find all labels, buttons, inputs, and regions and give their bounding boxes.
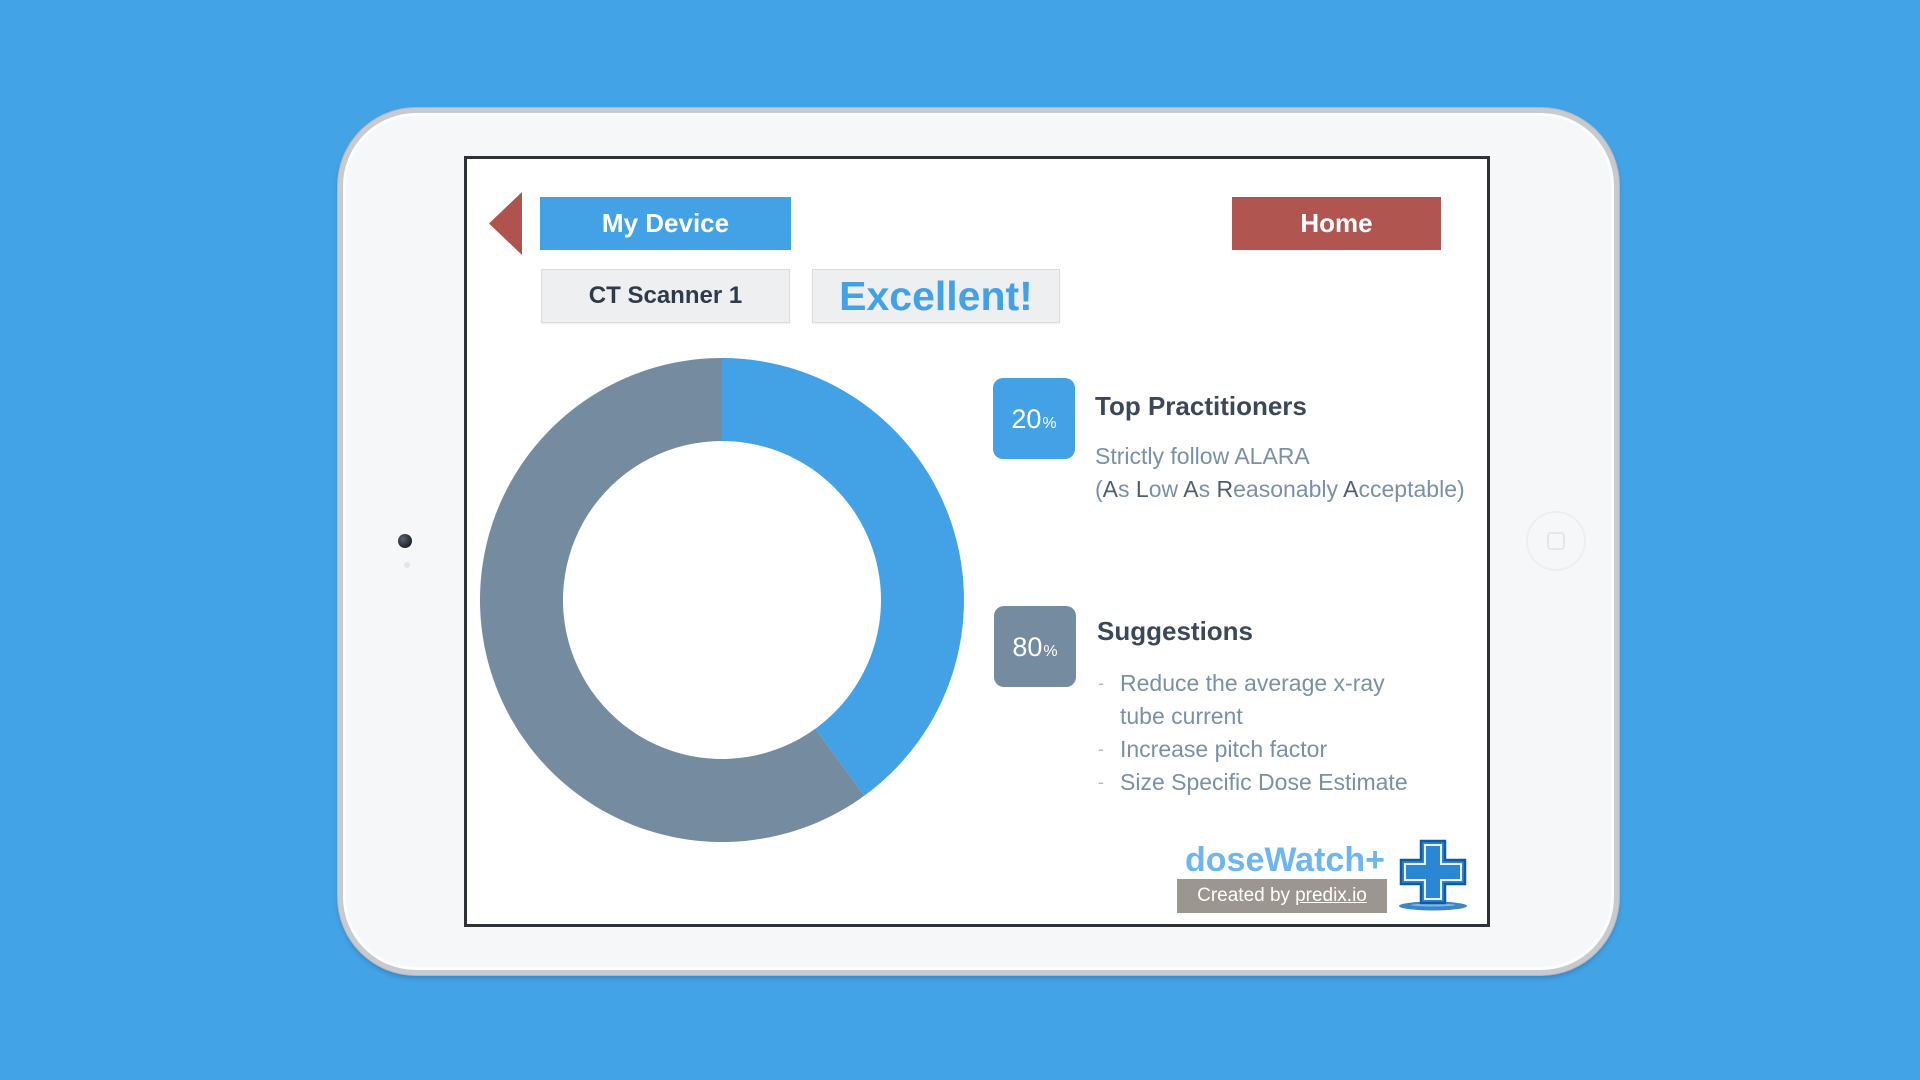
credit-prefix: Created by [1197, 885, 1291, 906]
emphasized-initial: A [1343, 476, 1359, 502]
rating-label: Excellent! [812, 269, 1060, 323]
list-item: - Increase pitch factor [1098, 733, 1408, 766]
bullet-dash: - [1098, 673, 1104, 693]
suggestions-list: - Reduce the average x-ray tube current … [1098, 667, 1408, 799]
medical-cross-shape [1399, 839, 1467, 911]
desktop-background: { "colors": { "background": "#43A3E7", "… [0, 0, 1920, 1080]
top-practitioners-description: Strictly follow ALARA (As Low As Reasona… [1095, 440, 1465, 506]
device-screen: My Device Home CT Scanner 1 Excellent! 2… [464, 156, 1490, 927]
top-practitioners-title: Top Practitioners [1095, 391, 1307, 421]
credit-bar: Created by predix.io [1177, 879, 1387, 913]
camera-icon [398, 534, 412, 548]
home-button-square [1547, 532, 1565, 550]
my-device-button[interactable]: My Device [540, 197, 791, 250]
tablet-frame: My Device Home CT Scanner 1 Excellent! 2… [338, 108, 1619, 975]
suggestion-text: Reduce the average x-ray tube current [1120, 670, 1385, 729]
bullet-dash: - [1098, 772, 1104, 792]
description-line: (As Low As Reasonably Acceptable) [1095, 476, 1465, 502]
suggestions-title: Suggestions [1097, 616, 1254, 646]
list-item: - Reduce the average x-ray tube current [1098, 667, 1408, 733]
top-practitioners-badge: 20% [993, 378, 1075, 459]
back-arrow-icon[interactable] [489, 192, 522, 255]
dose-donut-chart [480, 358, 964, 842]
emphasized-initial: A [1183, 476, 1199, 502]
credit-link[interactable]: predix.io [1295, 885, 1367, 907]
badge-percent-unit: % [1043, 643, 1058, 660]
back-arrow-triangle [489, 192, 522, 255]
home-button-icon[interactable] [1526, 511, 1586, 571]
cross-body [1399, 839, 1467, 905]
emphasized-initial: L [1135, 476, 1149, 502]
description-line: Strictly follow ALARA [1095, 443, 1310, 469]
list-item: - Size Specific Dose Estimate [1098, 766, 1408, 799]
badge-value: 20% [1011, 402, 1056, 435]
suggestions-badge: 80% [994, 606, 1076, 687]
product-name: doseWatch+ [1185, 841, 1385, 879]
badge-percent: 80 [1012, 632, 1043, 662]
suggestion-text: Increase pitch factor [1120, 736, 1328, 762]
back-arrow-shape [489, 192, 522, 255]
badge-percent-unit: % [1042, 415, 1057, 432]
bullet-dash: - [1098, 739, 1104, 759]
device-name-label: CT Scanner 1 [541, 269, 790, 323]
suggestion-text: Size Specific Dose Estimate [1120, 769, 1408, 795]
emphasized-initial: A [1102, 476, 1119, 502]
home-button[interactable]: Home [1232, 197, 1441, 250]
medical-cross-icon [1396, 839, 1469, 912]
donut-slice-1 [722, 358, 964, 796]
emphasized-initial: R [1216, 476, 1234, 502]
ambient-sensor [404, 562, 410, 568]
badge-value: 80% [1012, 630, 1057, 663]
badge-percent: 20 [1011, 404, 1042, 434]
